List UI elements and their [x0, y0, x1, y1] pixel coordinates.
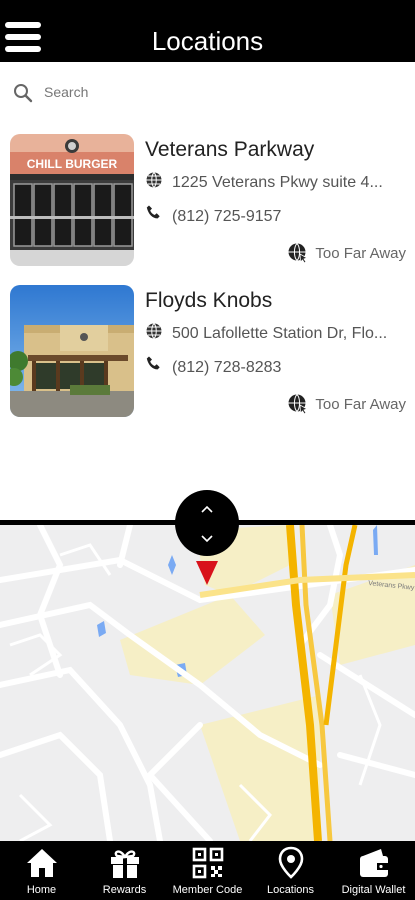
search-input[interactable] [44, 82, 384, 102]
location-address[interactable]: 1225 Veterans Pkwy suite 4... [172, 174, 402, 192]
location-phone[interactable]: (812) 725-9157 [172, 208, 402, 226]
tab-digital-wallet[interactable]: Digital Wallet [332, 841, 415, 900]
app-header: Locations [0, 0, 415, 62]
location-name: Floyds Knobs [145, 289, 273, 312]
tab-locations[interactable]: Locations [249, 841, 332, 900]
bottom-tab-bar: Home Rewards Member Code Locations Digit… [0, 841, 415, 900]
search-icon [14, 84, 33, 103]
location-name: Veterans Parkway [145, 138, 315, 161]
location-photo: CHILL BURGER [10, 134, 134, 266]
distance-status-text: Too Far Away [315, 244, 406, 262]
globe-cursor-icon [288, 243, 309, 264]
tab-label: Home [26, 884, 57, 896]
chevron-up-icon [175, 502, 239, 516]
search-bar [0, 70, 415, 114]
chevron-down-icon [175, 532, 239, 546]
phone-icon [146, 356, 160, 370]
tab-label: Rewards [102, 884, 147, 896]
globe-icon [146, 172, 162, 188]
location-address[interactable]: 500 Lafollette Station Dr, Flo... [172, 325, 402, 343]
globe-icon [146, 323, 162, 339]
map-pin-icon [278, 846, 303, 879]
map-expand-toggle[interactable] [175, 490, 239, 556]
tab-member-code[interactable]: Member Code [166, 841, 249, 900]
globe-cursor-icon [288, 394, 309, 415]
location-phone[interactable]: (812) 728-8283 [172, 359, 402, 377]
location-card-veterans-parkway[interactable]: CHILL BURGER Veterans Parkway 1225 Veter… [0, 134, 415, 274]
distance-status-text: Too Far Away [315, 395, 406, 413]
distance-status: Too Far Away [287, 242, 406, 264]
phone-icon [146, 205, 160, 219]
tab-rewards[interactable]: Rewards [83, 841, 166, 900]
home-icon [26, 849, 57, 877]
tab-label: Locations [266, 884, 315, 896]
tab-home[interactable]: Home [0, 841, 83, 900]
tab-label: Member Code [172, 884, 243, 896]
storefront-sign: CHILL BURGER [27, 157, 118, 171]
gift-icon [110, 850, 139, 878]
location-photo [10, 285, 134, 417]
wallet-icon [359, 849, 388, 877]
distance-status: Too Far Away [287, 393, 406, 415]
page-title: Locations [151, 26, 264, 56]
location-card-floyds-knobs[interactable]: Floyds Knobs 500 Lafollette Station Dr, … [0, 285, 415, 425]
map-view[interactable]: Veterans Pkwy [0, 525, 415, 841]
tab-label: Digital Wallet [341, 884, 406, 896]
qr-code-icon [192, 847, 223, 879]
